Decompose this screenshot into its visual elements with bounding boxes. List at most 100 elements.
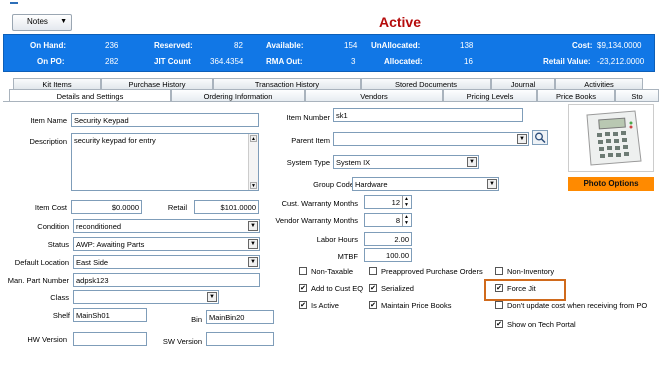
description-scrollbar[interactable]: ▲ ▼ xyxy=(248,134,258,190)
dont-update-cost-checkbox[interactable] xyxy=(495,301,503,309)
rma-out-value: 3 xyxy=(351,57,356,66)
item-name-label: Item Name xyxy=(30,116,67,125)
chevron-down-icon[interactable]: ▼ xyxy=(487,179,497,189)
reserved-label: Reserved: xyxy=(154,41,193,50)
scroll-up-icon[interactable]: ▲ xyxy=(250,135,257,142)
retail-input[interactable]: $101.0000 xyxy=(194,200,259,214)
system-type-label: System Type xyxy=(286,158,330,167)
serialized-checkbox[interactable]: ✔ xyxy=(369,284,377,292)
class-label: Class xyxy=(50,293,69,302)
retail-value-value: -23,212.0000 xyxy=(597,57,645,66)
retail-value-label: Retail Value: xyxy=(543,57,591,66)
vendor-warranty-stepper[interactable]: 8 ▲ ▼ xyxy=(364,213,412,227)
magnifier-icon xyxy=(535,132,546,144)
chevron-down-icon[interactable]: ▼ xyxy=(248,239,258,249)
cost-value: $9,134.0000 xyxy=(597,41,642,50)
is-active-label: Is Active xyxy=(311,301,339,310)
shelf-input[interactable]: MainSh01 xyxy=(73,308,147,322)
cust-warranty-value: 12 xyxy=(391,198,400,207)
chevron-down-icon[interactable]: ▼ xyxy=(517,134,527,144)
chevron-down-icon[interactable]: ▼ xyxy=(248,257,258,267)
top-edge xyxy=(0,0,659,10)
item-photo xyxy=(568,104,654,172)
photo-options-button[interactable]: Photo Options xyxy=(568,177,654,191)
preapproved-checkbox[interactable] xyxy=(369,267,377,275)
available-value: 154 xyxy=(344,41,358,50)
class-select[interactable]: ▼ xyxy=(73,290,219,304)
spin-arrows-icon[interactable]: ▲ ▼ xyxy=(402,196,410,208)
man-part-number-input[interactable]: adpsk123 xyxy=(73,273,260,287)
notes-dropdown[interactable]: Notes ▼ xyxy=(12,14,72,31)
labor-hours-input[interactable]: 2.00 xyxy=(364,232,412,246)
system-type-select[interactable]: System IX ▼ xyxy=(333,155,479,169)
group-code-label: Group Code xyxy=(313,180,354,189)
parent-item-label: Parent Item xyxy=(291,136,330,145)
force-jit-checkbox[interactable]: ✔ xyxy=(495,284,503,292)
man-part-number-label: Man. Part Number xyxy=(7,276,69,285)
non-inventory-checkbox[interactable] xyxy=(495,267,503,275)
on-hand-value: 236 xyxy=(105,41,119,50)
status-label: Status xyxy=(47,240,69,249)
mtbf-label: MTBF xyxy=(337,252,358,261)
sw-version-label: SW Version xyxy=(162,337,202,346)
sw-version-input[interactable] xyxy=(206,332,274,346)
notes-label: Notes xyxy=(27,17,48,26)
keypad-photo xyxy=(586,110,642,166)
default-location-value: East Side xyxy=(76,258,109,267)
description-label: Description xyxy=(29,137,67,146)
description-textarea[interactable]: security keypad for entry ▲ ▼ xyxy=(71,133,259,191)
scroll-down-icon[interactable]: ▼ xyxy=(250,182,257,189)
chevron-down-icon[interactable]: ▼ xyxy=(207,292,217,302)
chevron-down-icon[interactable]: ▼ xyxy=(467,157,477,167)
unallocated-label: UnAllocated: xyxy=(371,41,421,50)
item-status-title: Active xyxy=(378,14,422,30)
condition-select[interactable]: reconditioned ▼ xyxy=(73,219,260,233)
group-code-value: Hardware xyxy=(355,180,388,189)
non-inventory-label: Non-Inventory xyxy=(507,267,555,276)
non-taxable-label: Non-Taxable xyxy=(311,267,354,276)
system-type-value: System IX xyxy=(336,158,371,167)
item-name-input[interactable]: Security Keypad xyxy=(71,113,259,127)
is-active-checkbox[interactable]: ✔ xyxy=(299,301,307,309)
bin-label: Bin xyxy=(191,315,202,324)
default-location-select[interactable]: East Side ▼ xyxy=(73,255,260,269)
show-on-tech-portal-checkbox[interactable]: ✔ xyxy=(495,320,503,328)
default-location-label: Default Location xyxy=(14,258,69,267)
unallocated-value: 138 xyxy=(460,41,474,50)
parent-item-search-button[interactable] xyxy=(532,130,548,145)
add-to-cust-eq-label: Add to Cust EQ xyxy=(311,284,364,293)
dont-update-cost-label: Don't update cost when receiving from PO xyxy=(507,301,648,310)
item-cost-input[interactable]: $0.0000 xyxy=(71,200,142,214)
add-to-cust-eq-checkbox[interactable]: ✔ xyxy=(299,284,307,292)
vendor-warranty-label: Vendor Warranty Months xyxy=(275,216,358,225)
shelf-label: Shelf xyxy=(52,311,70,320)
inventory-summary-bar: On Hand: 236 Reserved: 82 Available: 154… xyxy=(3,34,655,72)
force-jit-label: Force Jit xyxy=(507,284,536,293)
mtbf-input[interactable]: 100.00 xyxy=(364,248,412,262)
collapse-icon[interactable] xyxy=(10,2,18,6)
status-value: AWP: Awaiting Parts xyxy=(76,240,145,249)
bin-input[interactable]: MainBin20 xyxy=(206,310,274,324)
item-cost-label: Item Cost xyxy=(34,203,67,212)
parent-item-select[interactable]: ▼ xyxy=(333,132,529,146)
cust-warranty-stepper[interactable]: 12 ▲ ▼ xyxy=(364,195,412,209)
cust-warranty-label: Cust. Warranty Months xyxy=(281,199,358,208)
rma-out-label: RMA Out: xyxy=(266,57,303,66)
status-select[interactable]: AWP: Awaiting Parts ▼ xyxy=(73,237,260,251)
non-taxable-checkbox[interactable] xyxy=(299,267,307,275)
serialized-label: Serialized xyxy=(381,284,414,293)
jit-count-value: 364.4354 xyxy=(210,57,244,66)
allocated-value: 16 xyxy=(464,57,473,66)
item-number-input[interactable]: sk1 xyxy=(333,108,523,122)
preapproved-label: Preapproved Purchase Orders xyxy=(381,267,483,276)
chevron-down-icon[interactable]: ▼ xyxy=(248,221,258,231)
spin-arrows-icon[interactable]: ▲ ▼ xyxy=(402,214,410,226)
group-code-select[interactable]: Hardware ▼ xyxy=(352,177,499,191)
allocated-label: Allocated: xyxy=(384,57,423,66)
maintain-price-books-checkbox[interactable]: ✔ xyxy=(369,301,377,309)
on-hand-label: On Hand: xyxy=(30,41,66,50)
description-text: security keypad for entry xyxy=(74,136,156,145)
on-po-label: On PO: xyxy=(37,57,65,66)
chevron-down-icon: ▼ xyxy=(60,18,67,25)
hw-version-input[interactable] xyxy=(73,332,147,346)
